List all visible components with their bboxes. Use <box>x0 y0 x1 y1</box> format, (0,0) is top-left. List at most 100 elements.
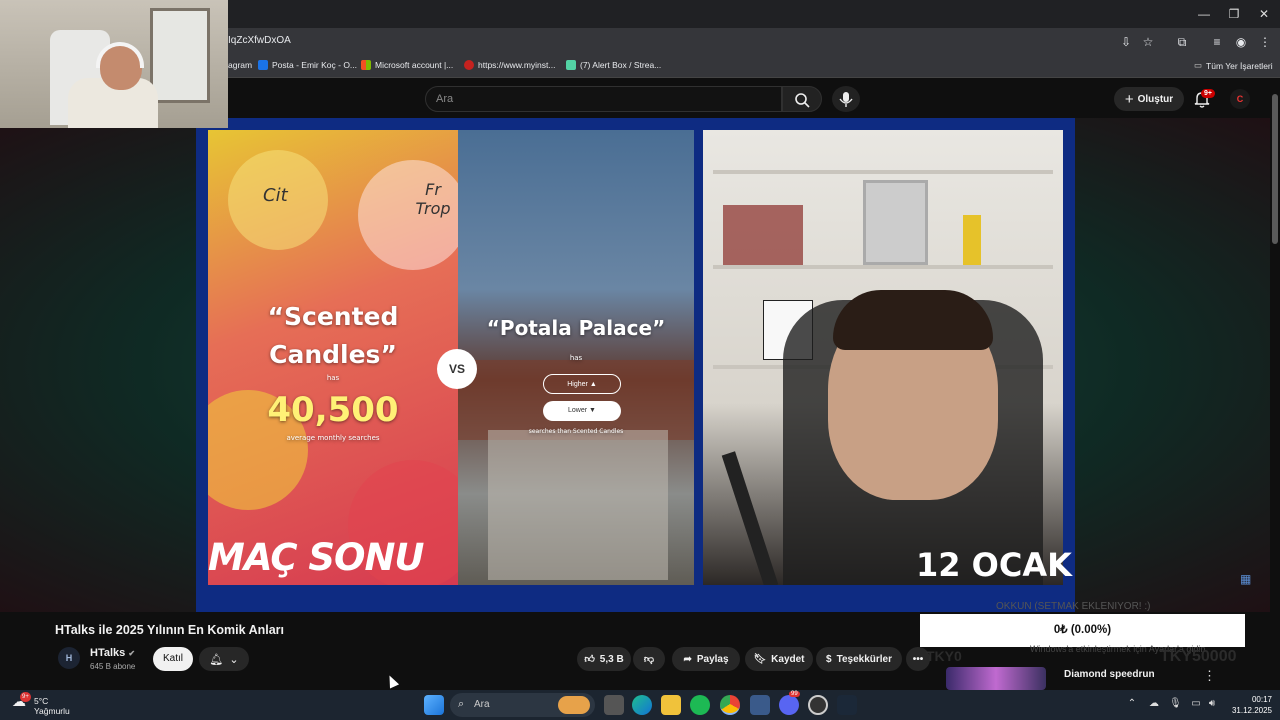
streamer-hair <box>833 290 993 350</box>
obs-icon[interactable] <box>808 695 828 715</box>
plus-icon: + <box>1124 90 1134 108</box>
mail-icon <box>258 60 268 70</box>
create-label: Oluştur <box>1137 93 1174 105</box>
left-has-text: has <box>326 374 340 382</box>
page-scrollbar[interactable] <box>1270 80 1280 690</box>
extensions-icon[interactable]: ⧉ <box>1174 34 1190 50</box>
tray-chevron-icon[interactable]: ⌃ <box>1126 698 1138 710</box>
lower-button[interactable]: Lower ▼ <box>543 401 621 421</box>
stream-overlay-tag: TKY0 <box>926 648 962 664</box>
search-highlight-icon <box>558 696 590 714</box>
microsoft-icon <box>361 60 371 70</box>
chrome-icon[interactable] <box>720 695 740 715</box>
video-player[interactable]: Cit Fr Trop “Scented Candles” has 40,500… <box>0 118 1270 612</box>
search-button[interactable] <box>782 86 822 112</box>
banner-right: 12 OCAK <box>916 546 1072 584</box>
discord-badge: 99 <box>789 691 800 697</box>
system-clock[interactable]: 00:17 31.12.2025 <box>1222 694 1272 716</box>
volume-icon[interactable]: 🔊︎ <box>1206 698 1218 710</box>
install-app-icon[interactable]: ⇩ <box>1118 34 1134 50</box>
higher-button[interactable]: Higher ▲ <box>543 374 621 394</box>
shelf <box>713 170 1053 174</box>
shelf <box>713 265 1053 269</box>
app-icon[interactable] <box>750 695 770 715</box>
stream-overlay-tag: TKY50000 <box>1160 648 1237 665</box>
left-caption: average monthly searches <box>286 434 380 442</box>
url-text[interactable]: IqZcXfwDxOA <box>228 35 291 46</box>
channel-watermark-icon[interactable]: ▦ <box>1240 572 1256 592</box>
share-icon: ➦ <box>683 653 692 665</box>
create-button[interactable]: + Oluştur <box>1114 87 1184 111</box>
media-control-icon[interactable]: ≡ <box>1209 34 1225 50</box>
taskbar-search[interactable]: ⌕ Ara <box>450 693 595 717</box>
save-button[interactable]: 🔖︎ Kaydet <box>745 647 813 671</box>
thumbs-down-icon: 👎︎ <box>643 654 655 665</box>
share-label: Paylaş <box>696 653 729 665</box>
discord-icon[interactable]: 99 <box>779 691 800 715</box>
windows-start-icon[interactable] <box>424 695 444 715</box>
chrome-menu-icon[interactable]: ⋮ <box>1257 34 1273 50</box>
video-frame: Cit Fr Trop “Scented Candles” has 40,500… <box>196 118 1075 612</box>
streamlabs-icon <box>566 60 576 70</box>
thanks-button[interactable]: $ Teşekkürler <box>816 647 902 671</box>
share-button[interactable]: ➦ Paylaş <box>672 647 740 671</box>
recommendation-title[interactable]: Diamond speedrun <box>1064 669 1155 680</box>
figurine <box>963 215 981 265</box>
candle-label: Fr Trop <box>415 180 451 218</box>
bookmark-item[interactable]: https://www.myinst... <box>464 60 555 70</box>
spotify-icon[interactable] <box>690 695 710 715</box>
folder-icon: ▭ <box>1194 60 1203 70</box>
bookmark-label: (7) Alert Box / Strea... <box>580 60 662 70</box>
recommendation-more-icon[interactable]: ⋮ <box>1203 668 1216 684</box>
dislike-button[interactable]: 👎︎ <box>633 647 665 671</box>
close-icon[interactable]: ✕ <box>1250 4 1278 24</box>
search-placeholder: Ara <box>436 93 454 105</box>
all-bookmarks-label: Tüm Yer İşaretleri <box>1206 60 1273 71</box>
channel-name[interactable]: HTalks ✔ <box>90 647 135 659</box>
subscription-bell-button[interactable]: 🔔︎ ⌄ <box>199 647 249 671</box>
site-icon <box>464 60 474 70</box>
bookmark-item[interactable]: (7) Alert Box / Strea... <box>566 60 661 70</box>
profile-icon[interactable]: ◉ <box>1233 34 1249 50</box>
bookmark-label: https://www.myinst... <box>478 60 556 70</box>
weather-badge: 9+ <box>20 692 31 702</box>
weather-widget[interactable]: ☁ 9+ 5°C Yağmurlu <box>12 692 82 718</box>
video-left-pane: Cit Fr Trop “Scented Candles” has 40,500… <box>208 130 458 585</box>
search-input[interactable]: Ara <box>425 86 782 112</box>
recommendation-thumbnail[interactable] <box>946 667 1046 690</box>
join-button[interactable]: Katıl <box>153 647 193 671</box>
edge-icon[interactable] <box>632 695 652 715</box>
onedrive-icon[interactable]: ☁ <box>1148 698 1160 710</box>
left-search-count: 40,500 <box>267 390 399 430</box>
bell-icon: 🔔︎ <box>209 653 224 666</box>
subscriber-count: 645 B abone <box>90 662 136 671</box>
all-bookmarks[interactable]: ▭ Tüm Yer İşaretleri <box>1194 60 1273 71</box>
bookmark-item[interactable]: agram <box>228 60 252 70</box>
voice-search-button[interactable] <box>832 86 860 112</box>
bookmark-star-icon[interactable]: ☆ <box>1140 34 1156 50</box>
minimize-icon[interactable]: — <box>1190 4 1218 24</box>
channel-avatar[interactable]: H <box>58 647 80 669</box>
bookmark-item[interactable]: Posta - Emir Koç - O... <box>258 60 357 70</box>
books <box>723 205 803 265</box>
maximize-icon[interactable]: ❐ <box>1220 4 1248 24</box>
right-question-term: “Potala Palace” <box>486 316 666 340</box>
task-view-icon[interactable] <box>604 695 624 715</box>
network-icon[interactable]: ▭ <box>1190 698 1202 710</box>
microphone-icon[interactable]: 🎙︎ <box>1169 698 1182 710</box>
thanks-icon: $ <box>826 653 832 665</box>
palace-shape <box>488 430 668 580</box>
steam-icon[interactable] <box>837 695 857 715</box>
account-avatar[interactable]: C <box>1230 89 1250 109</box>
video-title: HTalks ile 2025 Yılının En Komik Anları <box>55 623 285 637</box>
bookmark-item[interactable]: Microsoft account |... <box>361 60 453 70</box>
bookmark-label: Posta - Emir Koç - O... <box>272 60 358 70</box>
file-explorer-icon[interactable] <box>661 695 681 715</box>
stream-overlay-text: OKKUN (SETMAK EKLENIYOR! :) <box>996 601 1151 612</box>
bookmark-label: agram <box>228 60 253 70</box>
video-streamer-pane <box>703 130 1063 585</box>
taskbar-search-placeholder: Ara <box>474 699 490 710</box>
scrollbar-thumb[interactable] <box>1272 94 1278 244</box>
like-count: 5,3 B <box>599 653 624 665</box>
like-button[interactable]: 👍︎ 5,3 B <box>577 647 631 671</box>
